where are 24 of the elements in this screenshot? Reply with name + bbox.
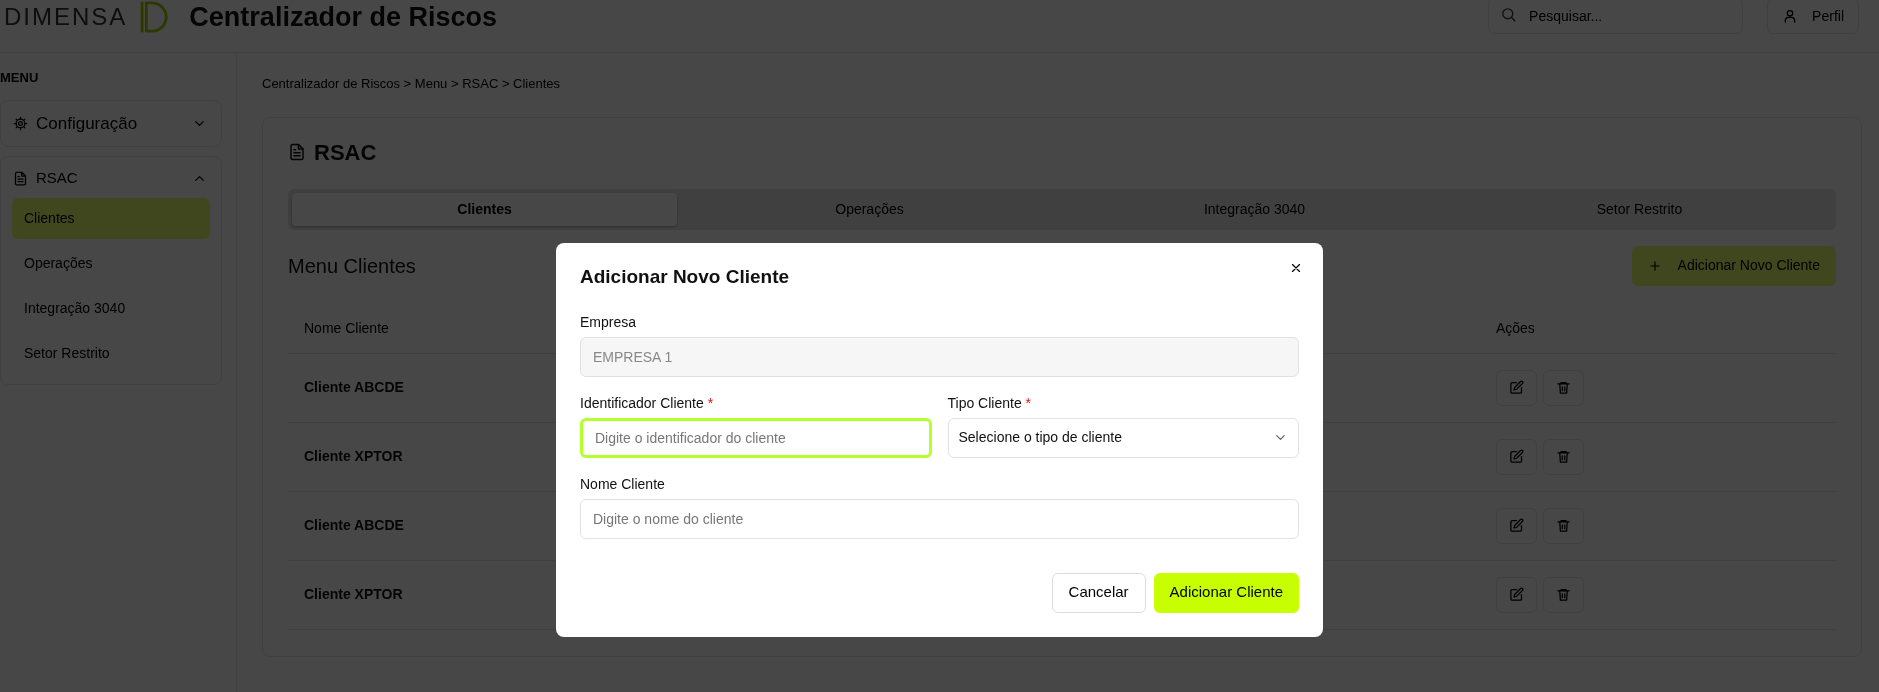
menu-heading: MENU bbox=[0, 69, 40, 87]
field-label: Empresa bbox=[580, 312, 638, 332]
cancel-button[interactable]: Cancelar bbox=[1051, 572, 1146, 613]
field-label: Nome Cliente bbox=[580, 474, 666, 494]
menu-item[interactable]: Operações bbox=[12, 242, 210, 284]
field-label: Identificador Cliente * bbox=[580, 393, 715, 413]
brand-name: DIMENSA bbox=[4, 2, 128, 32]
page-title: RSAC bbox=[314, 138, 377, 167]
company-field[interactable]: EMPRESA 1 bbox=[580, 336, 1299, 377]
tab[interactable]: Operações bbox=[677, 192, 1062, 226]
close-icon bbox=[1289, 261, 1303, 275]
menu-item[interactable]: Setor Restrito bbox=[12, 332, 210, 374]
tab[interactable]: Integração 3040 bbox=[1062, 192, 1447, 226]
app-title: Centralizador de Riscos bbox=[189, 1, 497, 34]
select-field[interactable]: Selecione o tipo de cliente bbox=[947, 417, 1299, 458]
tab[interactable]: Setor Restrito bbox=[1447, 192, 1832, 226]
field-label: Tipo Cliente * bbox=[947, 393, 1033, 413]
input-field[interactable]: Digite o identificador do cliente bbox=[580, 417, 932, 458]
section-title: Menu Clientes bbox=[288, 253, 416, 279]
submit-button[interactable]: Adicionar Cliente bbox=[1153, 572, 1299, 613]
input-field[interactable]: Digite o nome do cliente bbox=[580, 498, 1299, 539]
breadcrumb-trail: Centralizador de Riscos > Menu > RSAC > Clientes bbox=[262, 75, 562, 93]
menu-item[interactable]: Integração 3040 bbox=[12, 287, 210, 329]
dialog-title: Adicionar Novo Cliente bbox=[580, 265, 790, 289]
